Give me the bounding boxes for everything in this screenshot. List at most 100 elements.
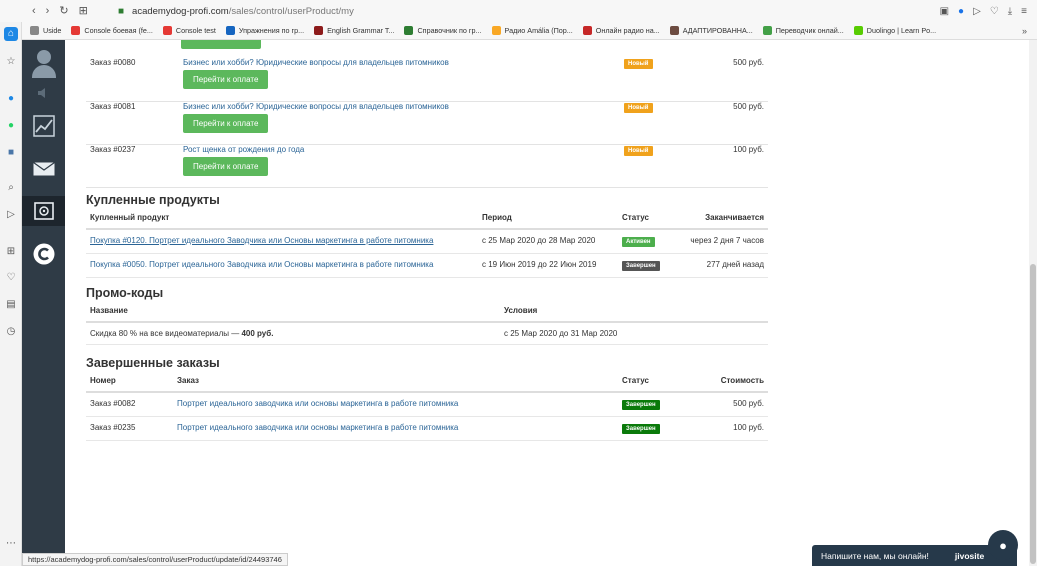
vk-icon[interactable]: ■ [4, 146, 18, 160]
order-price: 500 руб. [733, 58, 764, 67]
bookmark-favicon-icon [853, 26, 863, 35]
reload-icon[interactable]: ↻ [59, 5, 68, 17]
col-period: Период [478, 210, 618, 230]
pay-button-cutoff[interactable] [181, 40, 261, 49]
speed-dial-icon[interactable]: ⊞ [4, 245, 18, 259]
page-scrollbar[interactable] [1029, 40, 1037, 566]
bookmark-icon[interactable]: ☆ [4, 55, 18, 69]
col-conditions: Условия [500, 303, 768, 323]
purchased-status-cell: Активен [618, 229, 678, 254]
heart-icon[interactable]: ♡ [990, 6, 999, 17]
promo-header-row: Название Условия [86, 303, 768, 323]
chat-widget[interactable]: Напишите нам, мы онлайн! jivosite [812, 545, 1017, 566]
forward-icon[interactable]: › [46, 5, 50, 17]
sidebar-item-logo[interactable] [22, 239, 65, 269]
bookmark-label: Uside [43, 26, 62, 35]
bookmark-item[interactable]: Uside [30, 26, 61, 35]
avatar-icon [29, 48, 59, 78]
bookmark-item[interactable]: Упражнения по гр... [225, 26, 305, 35]
status-badge: Новый [624, 59, 653, 69]
bookmark-favicon-icon [669, 26, 679, 35]
camera-icon[interactable]: ▣ [940, 6, 949, 17]
history-icon[interactable]: ◷ [4, 325, 18, 339]
purchased-product-cell: Покупка #0120. Портрет идеального Заводч… [86, 229, 478, 254]
messenger-icon[interactable]: ● [4, 92, 18, 106]
purchased-product-link[interactable]: Покупка #0050. Портрет идеального Заводч… [90, 260, 433, 269]
tabs-grid-icon[interactable]: ⊞ [79, 5, 88, 17]
purchased-period: с 25 Мар 2020 до 28 Мар 2020 [478, 229, 618, 254]
bookmark-favicon-icon [314, 26, 324, 35]
lock-icon: ■ [118, 5, 125, 17]
bookmark-item[interactable]: Переводчик онлай... [762, 26, 844, 35]
purchased-ends: 277 дней назад [678, 253, 768, 278]
sidebar-item-messages[interactable] [22, 155, 65, 183]
pay-button[interactable]: Перейти к оплате [183, 113, 269, 133]
order-product-link[interactable]: Бизнес или хобби? Юридические вопросы дл… [183, 58, 449, 67]
bookmark-item[interactable]: Онлайн радио на... [582, 26, 660, 35]
bookmark-label: English Grammar T... [327, 26, 395, 35]
chat-logo: jivosite [954, 550, 985, 561]
bookmark-label: Упражнения по гр... [238, 26, 305, 35]
purchased-product-link[interactable]: Покупка #0120. Портрет идеального Заводч… [90, 236, 433, 245]
order-product-link[interactable]: Бизнес или хобби? Юридические вопросы дл… [183, 102, 449, 111]
purchased-table: Купленный продукт Период Статус Заканчив… [86, 210, 768, 278]
chat-bubble-icon[interactable]: ● [988, 530, 1018, 560]
order-product-link[interactable]: Рост щенка от рождения до года [183, 145, 304, 154]
completed-order-link[interactable]: Портрет идеального заводчика или основы … [177, 399, 458, 408]
order-product-cell: Бизнес или хобби? Юридические вопросы дл… [179, 101, 620, 144]
completed-row: Заказ #0082 Портрет идеального заводчика … [86, 392, 768, 417]
order-price: 100 руб. [733, 144, 764, 154]
bookmark-item[interactable]: Справочник по гр... [404, 26, 482, 35]
pay-button[interactable]: Перейти к оплате [183, 70, 269, 89]
heart-icon[interactable]: ♡ [4, 271, 18, 285]
pay-button[interactable]: Перейти к оплате [183, 156, 269, 176]
back-icon[interactable]: ‹ [32, 5, 36, 17]
promo-amount: 400 руб. [241, 329, 274, 338]
completed-header-row: Номер Заказ Статус Стоимость [86, 373, 768, 393]
bookmark-item[interactable]: Console test [162, 26, 216, 35]
home-icon[interactable]: ⌂ [4, 27, 18, 41]
bookmarks-more-icon[interactable]: » [1022, 26, 1027, 36]
scrollbar-thumb[interactable] [1030, 264, 1036, 564]
bookmark-label: АДАПТИРОВАННА... [682, 26, 753, 35]
search-icon[interactable]: ⌕ [4, 181, 18, 195]
bookmark-favicon-icon [225, 26, 235, 35]
col-ends: Заканчивается [678, 210, 768, 230]
bookmark-item[interactable]: English Grammar T... [314, 26, 394, 35]
bookmark-item[interactable]: Радио Amália (Пор... [491, 26, 573, 35]
bookmark-label: Переводчик онлай... [775, 26, 844, 35]
col-number: Номер [86, 373, 173, 393]
completed-order-link[interactable]: Портрет идеального заводчика или основы … [177, 423, 458, 432]
promo-row: Скидка 80 % на все видеоматериалы — 400 … [86, 322, 768, 345]
col-product: Купленный продукт [86, 210, 478, 230]
sidebar-item-sound[interactable] [22, 84, 65, 102]
browser-sidebar: ⌂ ☆ ● ● ■ ⌕ ▷ ⊞ ♡ ▤ ◷ ⋯ [0, 22, 22, 566]
purchased-ends: через 2 дня 7 часов [678, 229, 768, 254]
bookmark-item[interactable]: Duolingo | Learn Po... [853, 26, 936, 35]
speaker-icon [37, 88, 45, 98]
order-status-cell: Новый [620, 144, 692, 187]
sidebar-item-profile[interactable] [22, 46, 65, 80]
bookmark-item[interactable]: Console боевая (fe... [71, 26, 153, 35]
shield-icon[interactable]: ● [958, 6, 964, 17]
address-bar[interactable]: academydog-profi.com/sales/control/userP… [132, 6, 354, 17]
sidebar-item-stats[interactable] [22, 112, 65, 140]
news-icon[interactable]: ▤ [4, 298, 18, 312]
menu-icon[interactable]: ≡ [1021, 6, 1027, 17]
bookmark-label: Console test [175, 26, 216, 35]
promo-conditions: с 25 Мар 2020 до 31 Мар 2020 [500, 322, 768, 345]
sidebar-item-products[interactable] [22, 196, 65, 226]
bookmark-favicon-icon [491, 26, 501, 35]
site-sidebar [22, 40, 65, 566]
whatsapp-icon[interactable]: ● [4, 119, 18, 133]
completed-table: Номер Заказ Статус Стоимость Заказ #0082… [86, 373, 768, 441]
download-icon[interactable]: ⤓ [1008, 6, 1012, 17]
bookmark-item[interactable]: АДАПТИРОВАННА... [669, 26, 753, 35]
completed-row: Заказ #0235 Портрет идеального заводчика … [86, 416, 768, 441]
send-icon[interactable]: ▷ [4, 208, 18, 222]
bookmark-label: Радио Amália (Пор... [504, 26, 573, 35]
order-product-cell: Бизнес или хобби? Юридические вопросы дл… [179, 58, 620, 101]
status-badge: Новый [624, 102, 653, 113]
more-icon[interactable]: ⋯ [4, 537, 18, 551]
send-icon[interactable]: ▷ [973, 6, 981, 17]
